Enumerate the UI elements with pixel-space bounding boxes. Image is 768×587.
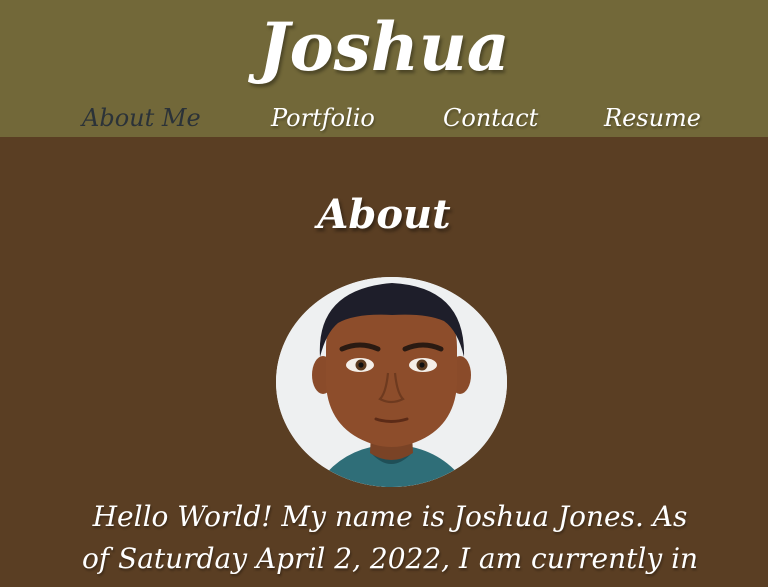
avatar <box>276 277 507 487</box>
nav-link-contact[interactable]: Contact <box>443 100 538 136</box>
bio-line-2: of Saturday April 2, 2022, I am currentl… <box>81 542 699 575</box>
main-nav: About Me Portfolio Contact Resume <box>0 100 768 136</box>
bio-line-1: Hello World! My name is Joshua Jones. As <box>92 500 688 533</box>
nav-link-about-me[interactable]: About Me <box>82 100 201 136</box>
site-header: Joshua About Me Portfolio Contact Resume <box>0 0 768 137</box>
nav-link-portfolio[interactable]: Portfolio <box>271 100 375 136</box>
site-title: Joshua <box>258 8 510 86</box>
section-title-about: About <box>317 191 451 238</box>
bio-paragraph: Hello World! My name is Joshua Jones. As… <box>60 496 720 580</box>
nav-link-resume[interactable]: Resume <box>604 100 701 136</box>
avatar-portrait-icon <box>276 277 507 487</box>
